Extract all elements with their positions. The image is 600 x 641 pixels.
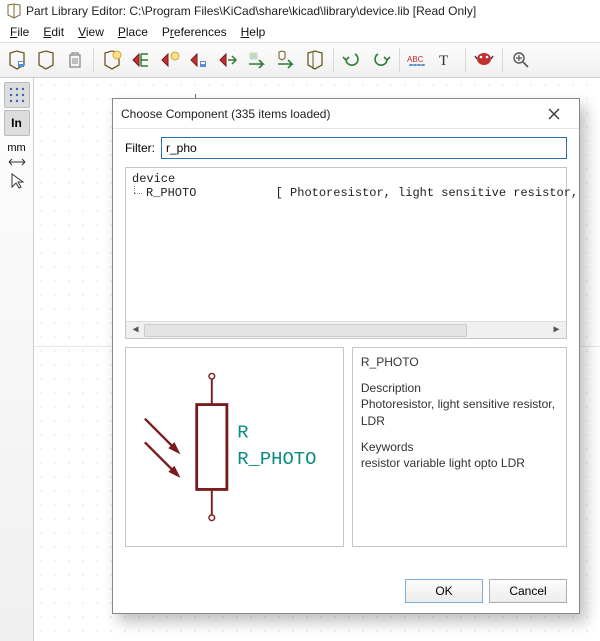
- window-title-bar: Part Library Editor: C:\Program Files\Ki…: [0, 0, 600, 22]
- menu-file[interactable]: File: [4, 23, 35, 41]
- scroll-thumb[interactable]: [144, 324, 467, 337]
- erc-button[interactable]: [471, 47, 497, 73]
- grid-toggle-button[interactable]: [4, 82, 30, 108]
- preview-schematic: R R_PHOTO: [126, 348, 343, 546]
- menu-edit[interactable]: Edit: [37, 23, 70, 41]
- svg-text:T: T: [439, 53, 448, 69]
- dialog-close-button[interactable]: [537, 103, 571, 125]
- dialog-body: Filter: device R_PHOTO [ Photoresistor, …: [113, 129, 579, 571]
- part-properties-button[interactable]: ABC: [405, 47, 431, 73]
- update-part-button[interactable]: [186, 47, 212, 73]
- main-toolbar: ABC T: [0, 42, 600, 78]
- app-icon: [6, 3, 22, 19]
- window-title: Part Library Editor: C:\Program Files\Ki…: [26, 4, 476, 18]
- tree-item-spacer: [196, 186, 275, 200]
- select-library-button[interactable]: [33, 47, 59, 73]
- inches-label: In: [11, 116, 22, 130]
- edit-fields-button[interactable]: T: [434, 47, 460, 73]
- save-library-button[interactable]: [4, 47, 30, 73]
- svg-text:ABC: ABC: [407, 55, 424, 64]
- scroll-track[interactable]: [144, 323, 548, 338]
- filter-label: Filter:: [125, 141, 155, 155]
- redo-button[interactable]: [368, 47, 394, 73]
- undo-button[interactable]: [339, 47, 365, 73]
- tree-library-row[interactable]: device: [132, 172, 560, 186]
- details-desc-body: Photoresistor, light sensitive resistor,…: [361, 396, 558, 428]
- scroll-right-arrow-icon[interactable]: ▶: [549, 323, 564, 338]
- tree-item-description: [ Photoresistor, light sensitive resisto…: [276, 186, 579, 200]
- left-toolstrip: In mm: [0, 78, 34, 641]
- tree-item-row[interactable]: R_PHOTO [ Photoresistor, light sensitive…: [132, 186, 560, 200]
- new-part-button[interactable]: [99, 47, 125, 73]
- open-library-browser-button[interactable]: [302, 47, 328, 73]
- import-part-button[interactable]: [215, 47, 241, 73]
- units-mm-button[interactable]: mm: [4, 138, 30, 158]
- details-name: R_PHOTO: [361, 354, 558, 370]
- toolbar-separator: [502, 48, 503, 72]
- menu-place[interactable]: Place: [112, 23, 154, 41]
- ruler-arrows-icon: [7, 158, 27, 166]
- menu-help[interactable]: Help: [235, 23, 272, 41]
- menu-view[interactable]: View: [72, 23, 110, 41]
- toolbar-separator: [465, 48, 466, 72]
- preview-name-text: R_PHOTO: [237, 448, 316, 470]
- lower-panel: R R_PHOTO R_PHOTO Description Photoresis…: [125, 347, 567, 547]
- filter-row: Filter:: [125, 137, 567, 159]
- close-icon: [548, 108, 560, 120]
- menu-preferences[interactable]: Preferences: [156, 23, 233, 41]
- units-inches-button[interactable]: In: [4, 110, 30, 136]
- spacer: [361, 429, 558, 439]
- tree-item-name: R_PHOTO: [146, 186, 196, 200]
- cursor-shape-button[interactable]: [4, 168, 30, 194]
- details-desc-header: Description: [361, 380, 558, 396]
- tree-horizontal-scrollbar[interactable]: ◀ ▶: [126, 321, 566, 338]
- delete-part-button[interactable]: [62, 47, 88, 73]
- details-keywords-body: resistor variable light opto LDR: [361, 455, 558, 471]
- ok-button[interactable]: OK: [405, 579, 483, 603]
- details-keywords-header: Keywords: [361, 439, 558, 455]
- toolbar-separator: [93, 48, 94, 72]
- component-details: R_PHOTO Description Photoresistor, light…: [352, 347, 567, 547]
- toolbar-separator: [333, 48, 334, 72]
- scroll-left-arrow-icon[interactable]: ◀: [128, 323, 143, 338]
- export-part-button[interactable]: [244, 47, 270, 73]
- dialog-titlebar[interactable]: Choose Component (335 items loaded): [113, 99, 579, 129]
- load-part-button[interactable]: [128, 47, 154, 73]
- component-preview: R R_PHOTO: [125, 347, 344, 547]
- create-from-part-button[interactable]: [157, 47, 183, 73]
- zoom-in-button[interactable]: [508, 47, 534, 73]
- dialog-title: Choose Component (335 items loaded): [121, 107, 537, 121]
- mm-label: mm: [7, 142, 25, 154]
- toolbar-separator: [399, 48, 400, 72]
- choose-component-dialog: Choose Component (335 items loaded) Filt…: [112, 98, 580, 614]
- filter-input[interactable]: [161, 137, 567, 159]
- component-tree[interactable]: device R_PHOTO [ Photoresistor, light se…: [125, 167, 567, 339]
- cancel-button[interactable]: Cancel: [489, 579, 567, 603]
- menu-bar: File Edit View Place Preferences Help: [0, 22, 600, 42]
- dialog-button-row: OK Cancel: [113, 571, 579, 613]
- new-library-part-button[interactable]: [273, 47, 299, 73]
- tree-library-name: device: [132, 172, 175, 186]
- preview-ref-text: R: [237, 422, 248, 444]
